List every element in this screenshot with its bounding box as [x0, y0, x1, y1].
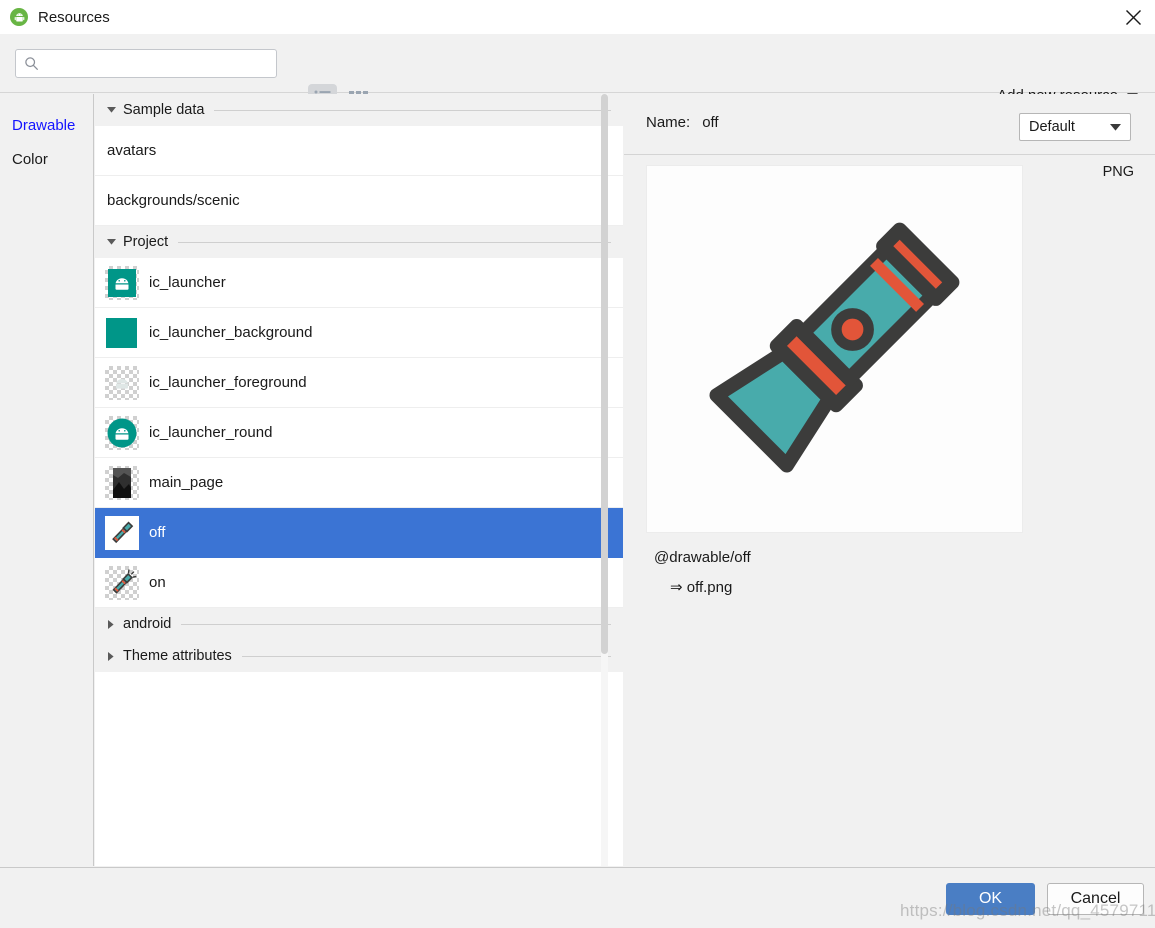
group-label: android — [123, 616, 172, 632]
group-rule — [178, 241, 611, 243]
android-robot-icon — [10, 8, 28, 26]
resource-list: Sample data avatars backgrounds/scenic P… — [95, 94, 623, 866]
list-item-label: ic_launcher — [149, 274, 226, 291]
group-header-theme-attributes[interactable]: Theme attributes — [95, 640, 623, 672]
list-item-label: main_page — [149, 474, 224, 491]
name-value: off — [702, 114, 719, 131]
resources-dialog: Resources Drawable Color Sample data ava… — [0, 0, 1155, 928]
search-box[interactable] — [15, 49, 277, 78]
list-item[interactable]: main_page — [95, 458, 623, 508]
list-item[interactable]: ic_launcher_round — [95, 408, 623, 458]
list-item-on[interactable]: on — [95, 558, 623, 608]
resource-reference: @drawable/off — [654, 549, 751, 566]
sidebar-item-drawable[interactable]: Drawable — [0, 108, 93, 142]
resource-detail-pane: Name: off Default PNG @drawable/off ⇒ of… — [624, 94, 1155, 866]
window-title: Resources — [38, 8, 110, 26]
format-badge: PNG — [1102, 164, 1134, 180]
triangle-right-icon[interactable] — [104, 619, 118, 629]
triangle-down-icon[interactable] — [104, 239, 118, 245]
list-item-label: on — [149, 574, 166, 591]
android-round-icon — [105, 415, 139, 450]
group-rule — [214, 109, 611, 111]
list-item-label: ic_launcher_background — [149, 324, 313, 341]
group-rule — [241, 655, 611, 657]
group-header-project[interactable]: Project — [95, 226, 623, 258]
search-icon — [24, 56, 39, 71]
teal-square-icon — [105, 316, 139, 350]
group-label: Project — [123, 234, 169, 250]
group-rule — [181, 623, 611, 625]
qualifier-dropdown[interactable]: Default — [1019, 113, 1131, 141]
sidebar-item-label: Drawable — [12, 116, 76, 134]
list-item-label: backgrounds/scenic — [107, 192, 240, 209]
resource-name-line: Name: off — [646, 114, 719, 131]
group-header-android[interactable]: android — [95, 608, 623, 640]
resource-file-reference: ⇒ off.png — [670, 579, 733, 596]
qualifier-value: Default — [1029, 119, 1075, 135]
dialog-toolbar: Add new resource — [0, 34, 1155, 110]
list-item[interactable]: avatars — [95, 126, 623, 176]
list-scrollbar-thumb[interactable] — [601, 94, 608, 654]
close-icon[interactable] — [1111, 0, 1155, 34]
sidebar-item-color[interactable]: Color — [0, 142, 93, 176]
triangle-right-icon[interactable] — [104, 651, 118, 661]
resource-preview — [646, 165, 1023, 533]
list-item[interactable]: backgrounds/scenic — [95, 176, 623, 226]
list-item-label: ic_launcher_round — [149, 424, 273, 441]
window-titlebar: Resources — [0, 0, 1155, 34]
name-label: Name: — [646, 114, 691, 131]
triangle-down-icon[interactable] — [104, 107, 118, 113]
android-transparent-icon — [105, 365, 139, 400]
detail-header: Name: off Default — [624, 94, 1155, 155]
chevron-down-icon — [1110, 123, 1121, 131]
list-item[interactable]: ic_launcher_background — [95, 308, 623, 358]
resource-type-rail: Drawable Color — [0, 94, 94, 866]
list-item-label: off — [149, 524, 166, 541]
list-item[interactable]: ic_launcher — [95, 258, 623, 308]
ok-button[interactable]: OK — [946, 883, 1035, 915]
list-item-label: avatars — [107, 142, 157, 159]
cancel-button[interactable]: Cancel — [1047, 883, 1144, 915]
list-item[interactable]: ic_launcher_foreground — [95, 358, 623, 408]
dialog-footer: OK Cancel — [0, 867, 1155, 928]
group-header-sample-data[interactable]: Sample data — [95, 94, 623, 126]
flashlight-on-icon — [105, 565, 139, 600]
flashlight-off-illustration — [680, 192, 990, 506]
photo-thumbnail-icon — [105, 465, 139, 500]
list-scrollbar[interactable] — [601, 94, 608, 866]
search-input[interactable] — [46, 53, 256, 74]
list-item-label: ic_launcher_foreground — [149, 374, 307, 391]
group-label: Theme attributes — [123, 648, 232, 664]
group-label: Sample data — [123, 102, 205, 118]
android-square-icon — [105, 265, 139, 300]
flashlight-off-icon — [105, 515, 139, 550]
sidebar-item-label: Color — [12, 150, 48, 168]
list-item-off[interactable]: off — [95, 508, 623, 558]
